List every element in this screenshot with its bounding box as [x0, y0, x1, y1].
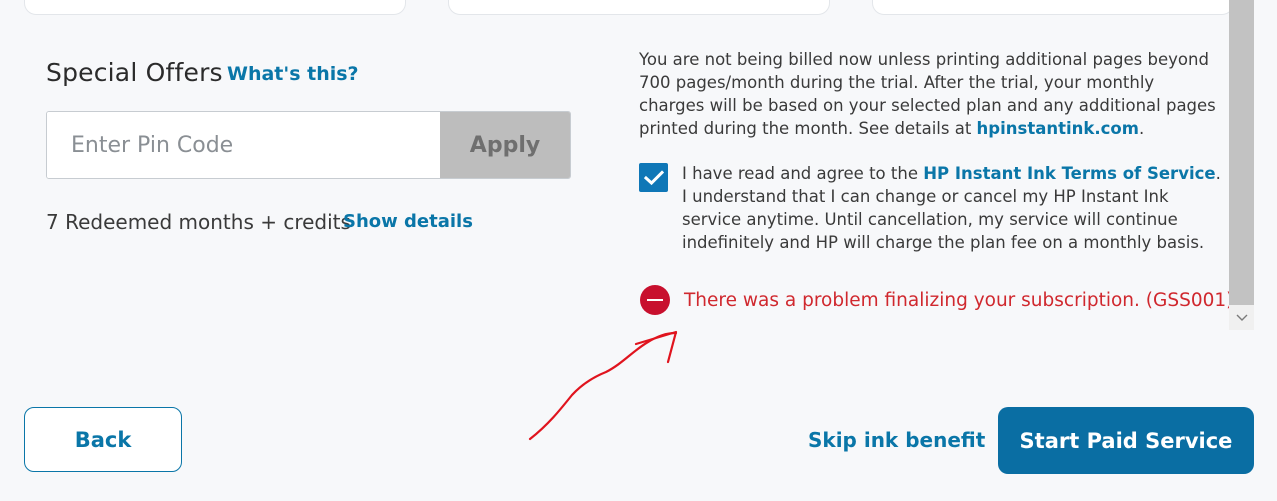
- pin-code-input[interactable]: [47, 112, 440, 178]
- whats-this-link[interactable]: What's this?: [227, 63, 359, 85]
- scroll-down-button[interactable]: [1229, 305, 1254, 330]
- error-text: There was a problem finalizing your subs…: [684, 289, 1234, 311]
- special-offers-title: Special Offers: [46, 58, 223, 87]
- page: Special Offers What's this? Apply 7 Rede…: [0, 0, 1277, 501]
- back-button[interactable]: Back: [24, 407, 182, 472]
- redeemed-credits-text: 7 Redeemed months + credits: [46, 210, 351, 234]
- apply-button[interactable]: Apply: [440, 112, 570, 178]
- checkmark-icon: [643, 169, 664, 185]
- error-message: There was a problem finalizing your subs…: [640, 285, 1233, 315]
- plan-card[interactable]: [24, 0, 406, 15]
- scrollbar[interactable]: [1229, 0, 1254, 330]
- terms-agreement: I have read and agree to the HP Instant …: [682, 162, 1227, 254]
- chevron-down-icon: [1236, 314, 1247, 321]
- terms-checkbox[interactable]: [639, 163, 668, 192]
- hpinstantink-link[interactable]: hpinstantink.com: [977, 119, 1139, 138]
- terms-prefix: I have read and agree to the: [682, 164, 924, 183]
- billing-note-end: .: [1138, 119, 1145, 138]
- show-details-link[interactable]: Show details: [343, 211, 473, 232]
- terms-of-service-link[interactable]: HP Instant Ink Terms of Service: [923, 164, 1215, 183]
- start-paid-service-button[interactable]: Start Paid Service: [998, 407, 1254, 474]
- plan-card[interactable]: [448, 0, 830, 15]
- billing-note: You are not being billed now unless prin…: [639, 48, 1224, 140]
- skip-ink-benefit-link[interactable]: Skip ink benefit: [808, 428, 985, 452]
- plan-card[interactable]: [872, 0, 1234, 15]
- pin-code-form: Apply: [46, 111, 571, 179]
- minus-circle-icon: [640, 285, 670, 315]
- scrollbar-thumb[interactable]: [1229, 0, 1254, 305]
